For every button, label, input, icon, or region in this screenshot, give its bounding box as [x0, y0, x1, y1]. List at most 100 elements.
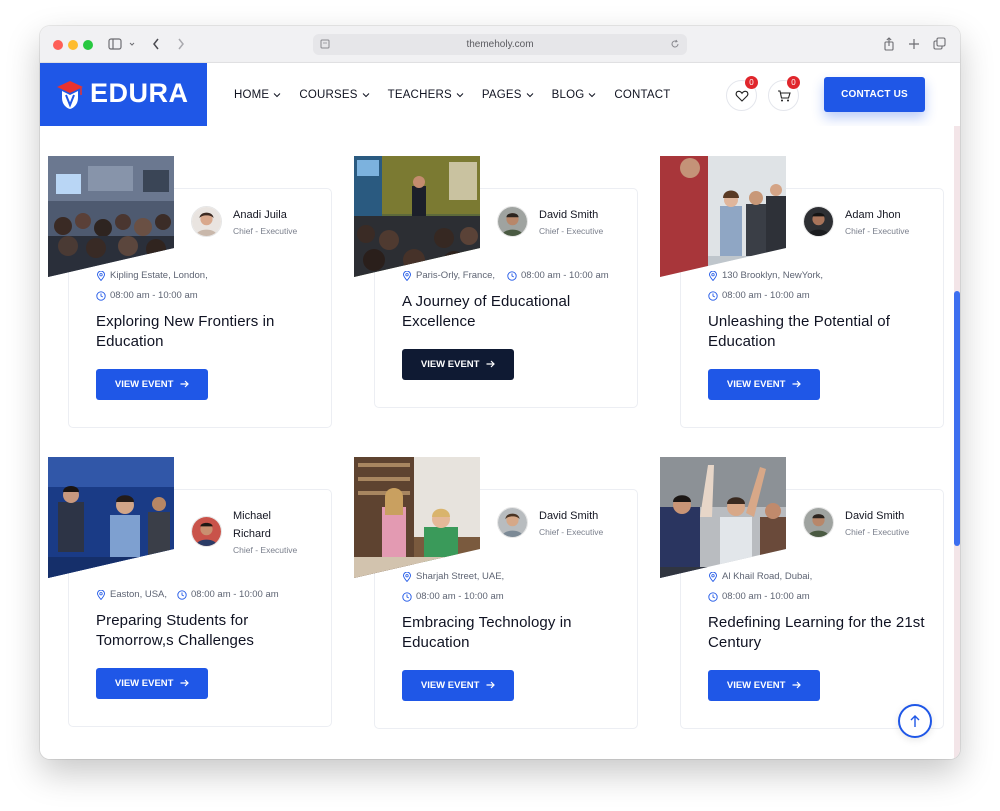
instructor-name[interactable]: David Smith — [539, 206, 603, 224]
instructor: Adam Jhon Chief - Executive — [803, 206, 909, 237]
chevron-down-icon[interactable] — [128, 35, 136, 53]
instructor: Michael Richard Chief - Executive — [191, 507, 297, 556]
clock-icon — [402, 591, 412, 602]
wishlist-button[interactable]: 0 — [726, 76, 758, 111]
view-event-button[interactable]: VIEW EVENT — [708, 369, 820, 400]
location-pin-icon — [709, 571, 717, 582]
avatar[interactable] — [497, 507, 528, 538]
event-location: Sharjah Street, UAE, — [402, 571, 504, 582]
cart-button[interactable]: 0 — [768, 76, 800, 111]
event-location: Kipling Estate, London, — [96, 270, 208, 281]
chevron-down-icon — [362, 92, 369, 97]
reload-icon[interactable] — [670, 39, 680, 49]
nav-item-blog[interactable]: BLOG — [552, 89, 597, 101]
instructor-role: Chief - Executive — [233, 226, 298, 236]
view-event-button[interactable]: VIEW EVENT — [708, 670, 820, 701]
avatar[interactable] — [497, 206, 528, 237]
event-time: 08:00 am - 10:00 am — [177, 589, 279, 600]
instructor-name[interactable]: Anadi Juila — [233, 206, 297, 224]
logo[interactable]: EDURA — [40, 63, 207, 126]
site-header: EDURA HOME COURSES TEACHERS PAGES BLOG C… — [40, 63, 960, 126]
clock-icon — [507, 270, 517, 281]
nav-item-teachers[interactable]: TEACHERS — [388, 89, 464, 101]
sidebar-toggle-icon[interactable] — [108, 35, 122, 53]
instructor-role: Chief - Executive — [539, 226, 604, 236]
event-location: Paris-Orly, France, — [402, 270, 495, 281]
browser-window: themeholy.com EDURA HOME COURSES TEACHER… — [40, 26, 960, 759]
avatar[interactable] — [191, 206, 222, 237]
avatar[interactable] — [803, 507, 834, 538]
avatar[interactable] — [191, 516, 222, 547]
location-pin-icon — [97, 270, 105, 281]
avatar-photo — [498, 207, 527, 236]
instructor-name[interactable]: Adam Jhon — [845, 206, 909, 224]
chevron-down-icon — [589, 92, 596, 97]
chevron-down-icon — [456, 92, 464, 97]
scrollbar-thumb[interactable] — [954, 291, 960, 546]
arrow-right-icon — [486, 360, 495, 368]
arrow-right-icon — [486, 681, 495, 689]
minimize-window-button[interactable] — [68, 40, 78, 50]
view-event-button[interactable]: VIEW EVENT — [96, 668, 208, 699]
clock-icon — [96, 290, 106, 301]
view-event-button[interactable]: VIEW EVENT — [402, 349, 514, 380]
maximize-window-button[interactable] — [83, 40, 93, 50]
forward-icon[interactable] — [176, 35, 186, 53]
chevron-down-icon — [526, 92, 533, 97]
event-title[interactable]: Redefining Learning for the 21st Century — [708, 613, 928, 653]
event-time: 08:00 am - 10:00 am — [402, 591, 504, 602]
events-grid: Anadi Juila Chief - Executive Kipling Es… — [40, 126, 960, 759]
event-location: Easton, USA, — [96, 589, 167, 600]
page-icon — [320, 39, 330, 49]
event-location: Al Khail Road, Dubai, — [708, 571, 812, 582]
instructor: David Smith Chief - Executive — [497, 507, 603, 538]
instructor-name[interactable]: David Smith — [539, 507, 603, 525]
clock-icon — [708, 591, 718, 602]
tab-overview-icon[interactable] — [933, 35, 947, 53]
event-title[interactable]: Unleashing the Potential of Education — [708, 312, 928, 352]
arrow-right-icon — [180, 380, 189, 388]
instructor: David Smith Chief - Executive — [803, 507, 909, 538]
close-window-button[interactable] — [53, 40, 63, 50]
browser-toolbar: themeholy.com — [40, 26, 960, 63]
arrow-up-icon — [910, 715, 920, 727]
event-title[interactable]: A Journey of Educational Excellence — [402, 292, 622, 332]
avatar-photo — [804, 207, 833, 236]
heart-icon — [735, 90, 749, 102]
view-event-button[interactable]: VIEW EVENT — [96, 369, 208, 400]
event-title[interactable]: Preparing Students for Tomorrow,s Challe… — [96, 611, 316, 651]
location-pin-icon — [403, 571, 411, 582]
event-time: 08:00 am - 10:00 am — [708, 591, 810, 602]
share-icon[interactable] — [883, 35, 895, 53]
clock-icon — [177, 589, 187, 600]
scroll-to-top-button[interactable] — [898, 704, 932, 738]
nav-item-courses[interactable]: COURSES — [299, 89, 369, 101]
instructor-name[interactable]: David Smith — [845, 507, 909, 525]
instructor-role: Chief - Executive — [539, 527, 604, 537]
location-pin-icon — [403, 270, 411, 281]
contact-us-button[interactable]: CONTACT US — [824, 77, 925, 112]
nav-item-home[interactable]: HOME — [234, 89, 281, 101]
arrow-right-icon — [792, 380, 801, 388]
logo-text: EDURA — [90, 78, 189, 108]
instructor-name[interactable]: Michael Richard — [233, 507, 293, 543]
graduation-cap-icon — [57, 81, 83, 109]
clock-icon — [708, 290, 718, 301]
event-time: 08:00 am - 10:00 am — [96, 290, 198, 301]
back-icon[interactable] — [151, 35, 161, 53]
view-event-button[interactable]: VIEW EVENT — [402, 670, 514, 701]
address-bar[interactable]: themeholy.com — [313, 34, 687, 55]
new-tab-icon[interactable] — [908, 35, 920, 53]
event-time: 08:00 am - 10:00 am — [708, 290, 810, 301]
avatar-photo — [804, 508, 833, 537]
avatar[interactable] — [803, 206, 834, 237]
arrow-right-icon — [180, 679, 189, 687]
event-title[interactable]: Exploring New Frontiers in Education — [96, 312, 316, 352]
nav-item-contact[interactable]: CONTACT — [614, 89, 670, 101]
instructor-role: Chief - Executive — [845, 527, 910, 537]
nav-item-pages[interactable]: PAGES — [482, 89, 534, 101]
chevron-down-icon — [273, 92, 281, 97]
location-pin-icon — [709, 270, 717, 281]
event-location: 130 Brooklyn, NewYork, — [708, 270, 823, 281]
event-title[interactable]: Embracing Technology in Education — [402, 613, 622, 653]
